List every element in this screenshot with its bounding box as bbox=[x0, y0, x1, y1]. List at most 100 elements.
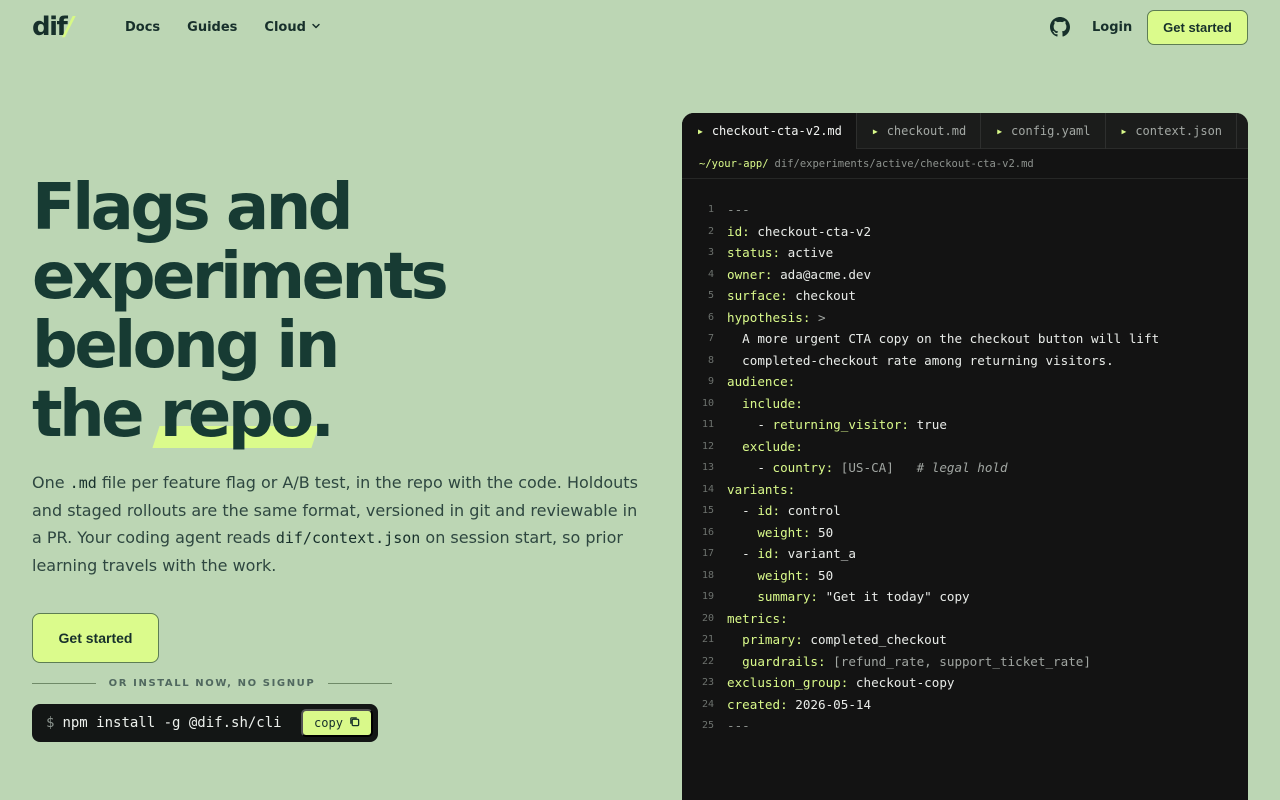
tab-checkout[interactable]: ▶ checkout.md bbox=[857, 113, 982, 149]
code-token: --- bbox=[727, 202, 750, 218]
install-divider: OR INSTALL NOW, NO SIGNUP bbox=[32, 676, 392, 690]
code-token: weight: bbox=[727, 567, 811, 583]
breadcrumb-root: ~/your-app/ bbox=[699, 157, 769, 170]
code-token: - bbox=[727, 417, 773, 433]
divider-line-right bbox=[328, 682, 392, 684]
code-line: 11 - returning_visitor: true bbox=[682, 414, 1248, 436]
tab-context[interactable]: ▶ context.json bbox=[1106, 113, 1238, 149]
code-token: # legal hold bbox=[916, 460, 1008, 476]
code-line: 10 include: bbox=[682, 393, 1248, 415]
divider-line-left bbox=[32, 682, 96, 684]
code-token: status: bbox=[727, 245, 781, 261]
get-started-hero-button[interactable]: Get started bbox=[32, 613, 159, 663]
logo-text: dif bbox=[32, 12, 68, 42]
top-nav: dif/ Docs Guides Cloud Login Get started bbox=[0, 0, 1280, 56]
code-token: [refund_rate, support_ticket_rate] bbox=[825, 653, 1091, 669]
code-token: metrics: bbox=[727, 610, 788, 626]
code-token: completed-checkout rate among returning … bbox=[727, 352, 1114, 368]
code-token: checkout-cta-v2 bbox=[749, 223, 872, 239]
desc-code-md: .md bbox=[69, 474, 97, 492]
line-number: 9 bbox=[707, 376, 714, 388]
code-token: owner: bbox=[727, 266, 773, 282]
code-token: country: bbox=[772, 460, 834, 476]
line-number: 22 bbox=[701, 655, 714, 667]
code-token: true bbox=[908, 417, 947, 433]
line-number: 5 bbox=[707, 290, 714, 302]
code-line: 4 owner: ada@acme.dev bbox=[682, 264, 1248, 286]
code-line: 3 status: active bbox=[682, 242, 1248, 264]
line-number: 4 bbox=[707, 268, 714, 280]
code-line: 15 - id: control bbox=[682, 500, 1248, 522]
code-token: --- bbox=[727, 718, 750, 734]
code-line: 19 summary: "Get it today" copy bbox=[682, 586, 1248, 608]
code-token: include: bbox=[727, 395, 803, 411]
github-icon[interactable] bbox=[1050, 17, 1070, 37]
line-number: 1 bbox=[707, 204, 714, 216]
desc-text-1: One bbox=[32, 473, 70, 492]
code-editor: ▶ checkout-cta-v2.md ▶ checkout.md ▶ config… bbox=[682, 113, 1248, 800]
code-token: summary: bbox=[727, 589, 818, 605]
code-line: 1 --- bbox=[682, 199, 1248, 221]
tab-label: checkout.md bbox=[886, 124, 967, 138]
line-number: 3 bbox=[707, 247, 714, 259]
code-token: - bbox=[727, 503, 758, 519]
code-token: active bbox=[780, 245, 834, 261]
hero-title-highlight: repo bbox=[159, 378, 314, 452]
code-line: 2 id: checkout-cta-v2 bbox=[682, 221, 1248, 243]
code-token: weight: bbox=[727, 524, 811, 540]
line-number: 6 bbox=[707, 311, 714, 323]
code-token: 2026-05-14 bbox=[787, 696, 872, 712]
tab-config[interactable]: ▶ config.yaml bbox=[981, 113, 1106, 149]
nav-link-docs[interactable]: Docs bbox=[125, 19, 160, 37]
code-line: 25 --- bbox=[682, 715, 1248, 737]
logo[interactable]: dif/ bbox=[32, 12, 74, 42]
install-command[interactable]: npm install -g @dif.sh/cli bbox=[62, 715, 281, 731]
code-token: A more urgent CTA copy on the checkout b… bbox=[727, 331, 1160, 347]
install-prompt: $ bbox=[46, 715, 55, 731]
chevron-down-icon bbox=[311, 19, 321, 37]
code-line: 20 metrics: bbox=[682, 608, 1248, 630]
triangle-right-icon: ▶ bbox=[1121, 126, 1127, 136]
breadcrumb-path: dif/experiments/active/checkout-cta-v2.m… bbox=[774, 157, 1034, 170]
get-started-nav-button[interactable]: Get started bbox=[1147, 10, 1248, 45]
code-line: 21 primary: completed_checkout bbox=[682, 629, 1248, 651]
code-token: exclude: bbox=[727, 438, 803, 454]
login-link[interactable]: Login bbox=[1092, 19, 1132, 37]
triangle-right-icon: ▶ bbox=[872, 126, 878, 136]
line-number: 2 bbox=[707, 225, 714, 237]
line-number: 19 bbox=[701, 591, 714, 603]
code-token: [US-CA] bbox=[833, 460, 917, 476]
line-number: 21 bbox=[701, 634, 714, 646]
code-token: checkout-copy bbox=[848, 675, 955, 691]
nav-link-cloud[interactable]: Cloud bbox=[264, 19, 321, 37]
line-number: 25 bbox=[701, 720, 714, 732]
code-token: - bbox=[727, 546, 758, 562]
code-token: guardrails: bbox=[727, 653, 826, 669]
install-divider-text: OR INSTALL NOW, NO SIGNUP bbox=[108, 677, 316, 689]
code-line: 14 variants: bbox=[682, 479, 1248, 501]
tab-checkout-cta-v2[interactable]: ▶ checkout-cta-v2.md bbox=[682, 113, 857, 149]
tab-label: config.yaml bbox=[1011, 124, 1091, 138]
line-number: 18 bbox=[701, 569, 714, 581]
line-number: 15 bbox=[701, 505, 714, 517]
code-content[interactable]: 1 --- 2 id: checkout-cta-v2 3 status: active 4… bbox=[682, 199, 1248, 737]
code-token: primary: bbox=[727, 632, 803, 648]
tab-label: context.json bbox=[1135, 124, 1223, 138]
copy-icon bbox=[349, 716, 360, 730]
code-line: 18 weight: 50 bbox=[682, 565, 1248, 587]
code-token: id: bbox=[757, 503, 781, 519]
code-token: ada@acme.dev bbox=[772, 266, 872, 282]
line-number: 14 bbox=[701, 483, 714, 495]
hero-title-line-4-text: the bbox=[32, 378, 160, 452]
nav-link-guides[interactable]: Guides bbox=[187, 19, 237, 37]
hero-title-line-4: the repo. bbox=[32, 381, 632, 450]
code-line: 7 A more urgent CTA copy on the checkout… bbox=[682, 328, 1248, 350]
line-number: 17 bbox=[701, 548, 714, 560]
line-number: 12 bbox=[701, 440, 714, 452]
code-line: 5 surface: checkout bbox=[682, 285, 1248, 307]
line-number: 16 bbox=[701, 526, 714, 538]
triangle-right-icon: ▶ bbox=[997, 126, 1003, 136]
copy-button[interactable]: copy bbox=[301, 709, 373, 737]
code-line: 23 exclusion_group: checkout-copy bbox=[682, 672, 1248, 694]
code-line: 24 created: 2026-05-14 bbox=[682, 694, 1248, 716]
